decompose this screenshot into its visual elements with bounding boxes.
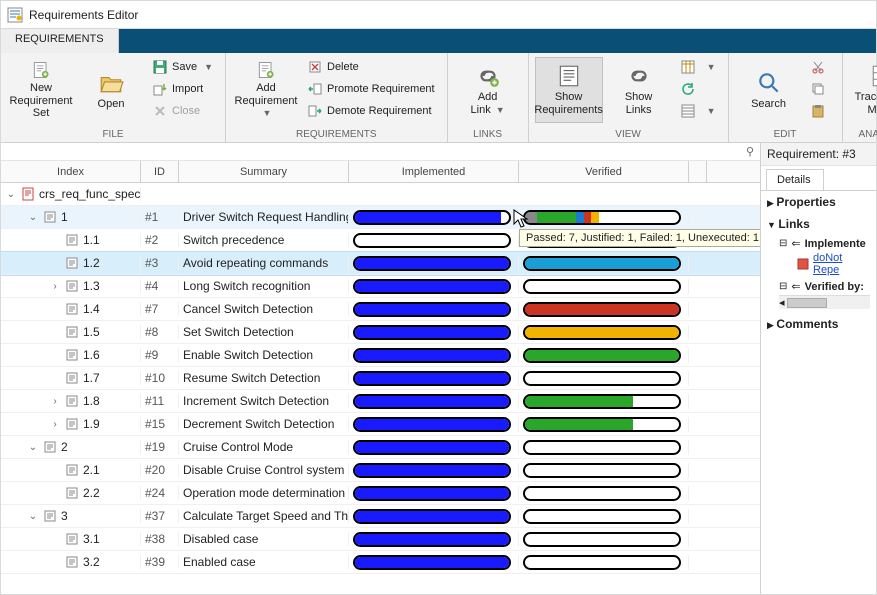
view-opts-button[interactable]: ▼ [675,101,722,121]
implemented-bar [349,210,519,225]
arrow-icon: ⇐ [791,280,800,293]
table-row[interactable]: ›1.8#11Increment Switch Detection [1,390,760,413]
col-id[interactable]: ID [141,161,179,182]
table-row[interactable]: 1.7#10Resume Switch Detection [1,367,760,390]
implemented-bar [349,509,519,524]
table-row[interactable]: 2.1#20Disable Cruise Control system [1,459,760,482]
implemented-bar [349,417,519,432]
tree-twisty[interactable]: › [49,419,61,430]
implemented-bar [349,348,519,363]
traceability-matrix-button[interactable]: TraceabilityMatrix [849,57,877,123]
paste-button[interactable] [805,101,836,121]
tree-twisty[interactable]: ⌄ [27,442,39,453]
tab-requirements[interactable]: REQUIREMENTS [1,29,119,53]
cut-button[interactable] [805,57,836,77]
tree-twisty[interactable]: ⌄ [27,212,39,223]
implemented-bar [349,256,519,271]
pushpin-icon[interactable]: ⚲ [746,145,754,158]
search-button[interactable]: Search [735,57,803,123]
table-row[interactable]: 2.2#24Operation mode determination [1,482,760,505]
implemented-bar [349,325,519,340]
status-tooltip: Passed: 7, Justified: 1, Failed: 1, Unex… [519,229,760,247]
horizontal-scrollbar[interactable]: ◂ [779,295,870,309]
table-row[interactable]: 3.1#38Disabled case [1,528,760,551]
show-links-button[interactable]: ShowLinks [605,57,673,123]
demote-button[interactable]: Demote Requirement [302,101,441,121]
col-index[interactable]: Index [1,161,141,182]
verified-bar [519,256,689,271]
tree-twisty[interactable]: › [49,281,61,292]
block-icon [797,258,809,270]
verified-bar [519,348,689,363]
window-title: Requirements Editor [29,8,138,22]
section-properties[interactable]: Properties [761,191,876,213]
details-tab[interactable]: Details [766,169,824,190]
tree-twisty[interactable]: ⌄ [5,189,17,200]
table-row[interactable]: 1.4#7Cancel Switch Detection [1,298,760,321]
delete-button[interactable]: Delete [302,57,441,77]
verified-bar [519,463,689,478]
table-row[interactable]: ⌄2#19Cruise Control Mode [1,436,760,459]
app-icon [7,7,23,23]
verified-bar [519,532,689,547]
add-requirement-button[interactable]: AddRequirement ▼ [232,57,300,123]
verified-bar [519,555,689,570]
verified-bar [519,325,689,340]
table-row[interactable]: ›1.9#15Decrement Switch Detection [1,413,760,436]
show-requirements-button[interactable]: ShowRequirements [535,57,603,123]
columns-button[interactable]: ▼ [675,57,722,77]
requirements-tree[interactable]: ⌄crs_req_func_spec*⌄1#1Driver Switch Req… [1,183,760,594]
implemented-bar [349,555,519,570]
copy-button[interactable] [805,79,836,99]
implemented-bar [349,486,519,501]
col-summary[interactable]: Summary [179,161,349,182]
table-row[interactable]: 1.6#9Enable Switch Detection [1,344,760,367]
tree-twisty[interactable]: › [49,396,61,407]
verified-bar [519,279,689,294]
verified-bar [519,302,689,317]
col-verified[interactable]: Verified [519,161,689,182]
close-button[interactable]: Close [147,101,219,121]
ribbon: NewRequirement SetOpenSave▼ImportCloseFI… [1,53,876,143]
table-row[interactable]: ⌄3#37Calculate Target Speed and Thr... [1,505,760,528]
col-implemented[interactable]: Implemented [349,161,519,182]
add-link-button[interactable]: AddLink ▼ [454,57,522,123]
table-row[interactable]: 1.2#3Avoid repeating commands [1,252,760,275]
implemented-bar [349,371,519,386]
table-row[interactable]: 1.5#8Set Switch Detection [1,321,760,344]
implemented-bar [349,440,519,455]
table-row[interactable]: 3.2#39Enabled case [1,551,760,574]
table-row[interactable]: ⌄crs_req_func_spec* [1,183,760,206]
details-title: Requirement: #3 [761,143,876,166]
save-button[interactable]: Save▼ [147,57,219,77]
implemented-bar [349,394,519,409]
open-button[interactable]: Open [77,57,145,123]
implemented-bar [349,463,519,478]
implemented-bar [349,302,519,317]
link-donotrepeat[interactable]: doNot Repe [813,252,870,276]
details-panel: Requirement: #3 Details Properties Links… [760,143,876,594]
verified-bar [519,440,689,455]
section-links[interactable]: Links [761,213,876,235]
arrow-icon: ⇐ [791,237,800,250]
table-row[interactable]: ⌄1#1Driver Switch Request Handling [1,206,760,229]
tree-twisty[interactable]: ⌄ [27,511,39,522]
table-row[interactable]: ›1.3#4Long Switch recognition [1,275,760,298]
verified-bar [519,210,689,225]
verified-bar [519,509,689,524]
refresh-button[interactable] [675,79,722,99]
verified-bar [519,486,689,501]
ribbon-tabstrip: REQUIREMENTS [1,29,876,53]
column-header: Index ID Summary Implemented Verified [1,161,760,183]
verified-bar [519,417,689,432]
implemented-bar [349,279,519,294]
verified-bar [519,394,689,409]
section-comments[interactable]: Comments [761,313,876,335]
new-reqset-button[interactable]: NewRequirement Set [7,57,75,123]
import-button[interactable]: Import [147,79,219,99]
implemented-bar [349,532,519,547]
verified-bar [519,371,689,386]
implemented-bar [349,233,519,248]
promote-button[interactable]: Promote Requirement [302,79,441,99]
